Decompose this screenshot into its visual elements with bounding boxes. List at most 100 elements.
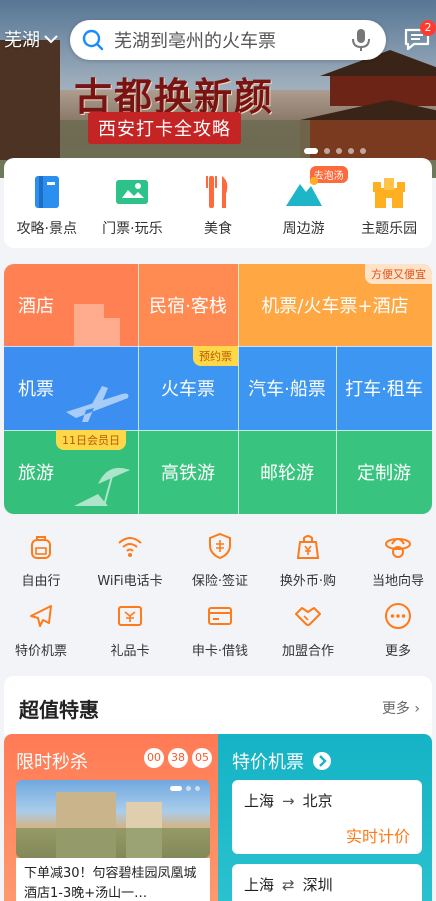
arrow-right-circle-icon [313,752,331,770]
countdown-seconds: 05 [192,748,212,768]
tool-insurance[interactable]: 保险·签证 [176,532,264,589]
tool-more[interactable]: 更多 [354,602,436,659]
tool-gift-card[interactable]: 礼品卡 [86,602,174,659]
countdown-minutes: 38 [168,748,188,768]
category-label: 主题乐园 [361,221,418,237]
pager-dot [195,786,200,791]
pager-dot [336,148,342,154]
route-from: 上海 [244,792,275,810]
credit-card-icon [208,607,232,625]
pager-dot-active [304,148,318,154]
grid-homestay-label: 民宿·客栈 [149,296,227,317]
microphone-icon[interactable] [350,27,372,53]
wifi-icon [118,537,142,557]
grid-divider [138,264,139,514]
countdown-hours: 00 [144,748,164,768]
currency-bag-icon [296,535,320,559]
cheap-flights-card[interactable]: 特价机票 上海 → 北京 实时计价 上海 ⇄ 深圳 [218,734,432,901]
route-price: 实时计价 [345,827,410,846]
tool-wifi[interactable]: WiFi电话卡 [86,532,174,589]
category-food[interactable]: 美食 [176,172,260,238]
grid-train-chip: 预约票 [193,346,238,366]
flash-sale-title: 限时秒杀 [16,752,88,773]
guide-book-icon [27,172,67,212]
tool-local-guide[interactable]: 当地向导 [354,532,436,589]
grid-flight-train-hotel-chip: 方便又便宜 [365,264,432,284]
flight-route-card[interactable]: 上海 → 北京 实时计价 [232,780,422,854]
tool-label: 特价机票 [14,644,67,659]
message-badge: 2 [420,20,436,36]
category-tickets[interactable]: 门票·玩乐 [90,172,174,238]
search-icon [82,29,104,51]
handshake-icon [295,607,321,626]
flash-sale-card[interactable]: 限时秒杀 00 38 05 下单减30！句容碧桂园凤凰城酒店1-3晚+汤山一… [4,734,218,901]
guide-hat-icon [385,538,411,558]
grid-travel-chip: 11日会员日 [56,430,126,450]
grid-high-speed-label: 高铁游 [161,463,215,484]
photo-pager [170,786,200,791]
route-to: 北京 [302,792,333,810]
grid-high-speed[interactable]: 高铁游 [138,430,238,514]
flight-route-card[interactable]: 上海 ⇄ 深圳 [232,864,422,901]
grid-bus-ship[interactable]: 汽车·船票 [238,346,336,430]
tool-currency[interactable]: 换外币·购 [264,532,352,589]
grid-cruise[interactable]: 邮轮游 [238,430,336,514]
search-bar[interactable]: 芜湖到亳州的火车票 [70,20,386,60]
grid-flight-train-hotel[interactable]: 方便又便宜 机票/火车票+酒店 [238,264,432,346]
pager-dot [348,148,354,154]
cheap-flights-header: 特价机票 [232,748,332,774]
grid-homestay[interactable]: 民宿·客栈 [138,264,238,346]
tool-label: 申卡·借钱 [191,644,249,659]
city-selector[interactable]: 芜湖 [4,26,58,52]
grid-train-label: 火车票 [161,379,215,400]
tool-label: 更多 [384,644,411,659]
cheap-flights-title: 特价机票 [232,752,304,773]
grid-taxi-rental-label: 打车·租车 [345,379,423,400]
flash-sale-description: 下单减30！句容碧桂园凤凰城酒店1-3晚+汤山一… [16,858,210,901]
backpack-icon [31,536,51,559]
grid-travel[interactable]: 11日会员日 旅游 [4,430,138,514]
category-label: 门票·玩乐 [102,221,163,237]
countdown-timer: 00 38 05 [144,748,212,768]
tool-free-travel[interactable]: 自由行 [0,532,85,589]
message-button[interactable]: 2 [402,20,436,54]
banner-pager [304,148,366,154]
pager-dot [324,148,330,154]
route-from: 上海 [244,876,275,894]
pager-dot [186,786,191,791]
deals-more-link[interactable]: 更多 › [382,698,420,718]
grid-bus-ship-label: 汽车·船票 [248,379,326,400]
service-grid: 酒店 民宿·客栈 方便又便宜 机票/火车票+酒店 机票 预约票 火车票 汽车·船… [4,264,432,514]
category-theme-park[interactable]: 主题乐园 [347,172,431,238]
tool-cheap-flights[interactable]: 特价机票 [0,602,85,659]
tool-label: 换外币·购 [279,574,337,589]
grid-flight[interactable]: 机票 [4,346,138,430]
deals-more-label: 更多 [381,701,410,717]
tool-label: 加盟合作 [281,644,334,659]
tool-label: WiFi电话卡 [97,574,163,589]
category-nearby[interactable]: 去泡汤 周边游 [262,166,348,238]
city-name: 芜湖 [4,30,40,51]
banner-subtitle: 西安打卡全攻略 [88,112,241,144]
tool-partnership[interactable]: 加盟合作 [264,602,352,659]
category-label: 攻略·景点 [16,221,78,237]
grid-taxi-rental[interactable]: 打车·租车 [336,346,432,430]
search-placeholder: 芜湖到亳州的火车票 [114,31,276,52]
grid-travel-label: 旅游 [18,463,54,484]
hotel-photo [16,780,210,858]
tool-credit-card[interactable]: 申卡·借钱 [176,602,264,659]
grid-train[interactable]: 预约票 火车票 [138,346,238,430]
grid-hotel[interactable]: 酒店 [4,264,138,346]
grid-custom[interactable]: 定制游 [336,430,432,514]
deals-section: 超值特惠 更多 › 限时秒杀 00 38 05 下单减30！句容碧桂园凤凰城酒店… [4,676,432,901]
grid-flight-train-hotel-label: 机票/火车票+酒店 [261,296,409,317]
route-arrow: → [282,792,295,810]
deals-title: 超值特惠 [19,698,99,722]
airplane-icon [66,386,129,422]
grid-custom-label: 定制游 [357,463,411,484]
category-guide[interactable]: 攻略·景点 [5,172,89,238]
fork-knife-icon [198,172,238,212]
mountain-icon [284,172,324,212]
category-bar: 攻略·景点 门票·玩乐 美食 去泡汤 周边游 主题乐园 [4,158,432,248]
route-arrow: ⇄ [282,876,295,894]
